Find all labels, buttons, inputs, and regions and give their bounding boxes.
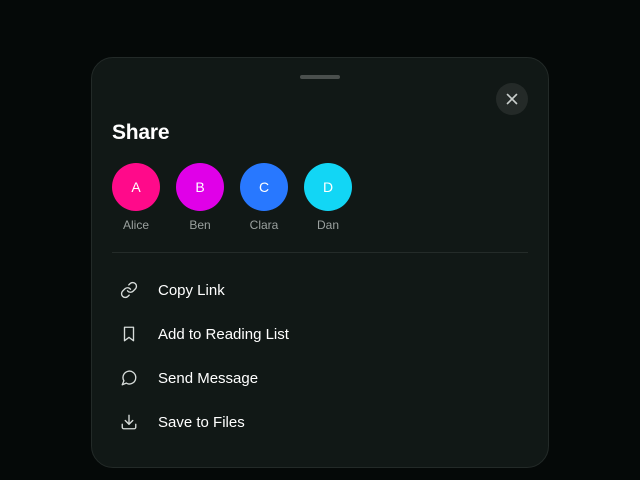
add-to-reading-list-action[interactable]: Add to Reading List	[112, 312, 528, 356]
link-icon	[120, 281, 138, 299]
contact-list: A Alice B Ben C Clara D Dan	[112, 163, 368, 232]
contact-name: Ben	[189, 218, 211, 232]
send-message-action[interactable]: Send Message	[112, 356, 528, 400]
contact-alice[interactable]: A Alice	[112, 163, 160, 232]
avatar: C	[240, 163, 288, 211]
action-label: Send Message	[158, 369, 259, 387]
sheet-title: Share	[112, 121, 170, 144]
action-list: Copy Link Add to Reading List Send Messa…	[112, 268, 528, 444]
save-to-files-action[interactable]: Save to Files	[112, 400, 528, 444]
avatar-initial: D	[322, 179, 334, 195]
section-divider	[112, 252, 528, 253]
contact-ben[interactable]: B Ben	[176, 163, 224, 232]
avatar-initial: C	[258, 179, 270, 195]
close-button[interactable]	[496, 83, 528, 115]
avatar-initial: B	[195, 179, 205, 195]
avatar: D	[304, 163, 352, 211]
avatar: B	[176, 163, 224, 211]
message-icon	[120, 369, 138, 387]
contact-name: Clara	[249, 218, 279, 232]
contact-dan[interactable]: D Dan	[304, 163, 352, 232]
avatar: A	[112, 163, 160, 211]
contact-name: Alice	[122, 218, 149, 232]
close-icon	[506, 93, 518, 105]
avatar-initial: A	[131, 179, 141, 195]
copy-link-action[interactable]: Copy Link	[112, 268, 528, 312]
bookmark-icon	[120, 325, 138, 343]
contact-name: Dan	[316, 218, 339, 232]
action-label: Copy Link	[158, 281, 225, 299]
share-sheet: Share A Alice B Ben C Clara D Dan Copy L…	[91, 57, 549, 468]
contact-clara[interactable]: C Clara	[240, 163, 288, 232]
action-label: Add to Reading List	[158, 325, 289, 343]
sheet-grabber[interactable]	[300, 75, 340, 79]
action-label: Save to Files	[158, 413, 245, 431]
download-icon	[120, 413, 138, 431]
